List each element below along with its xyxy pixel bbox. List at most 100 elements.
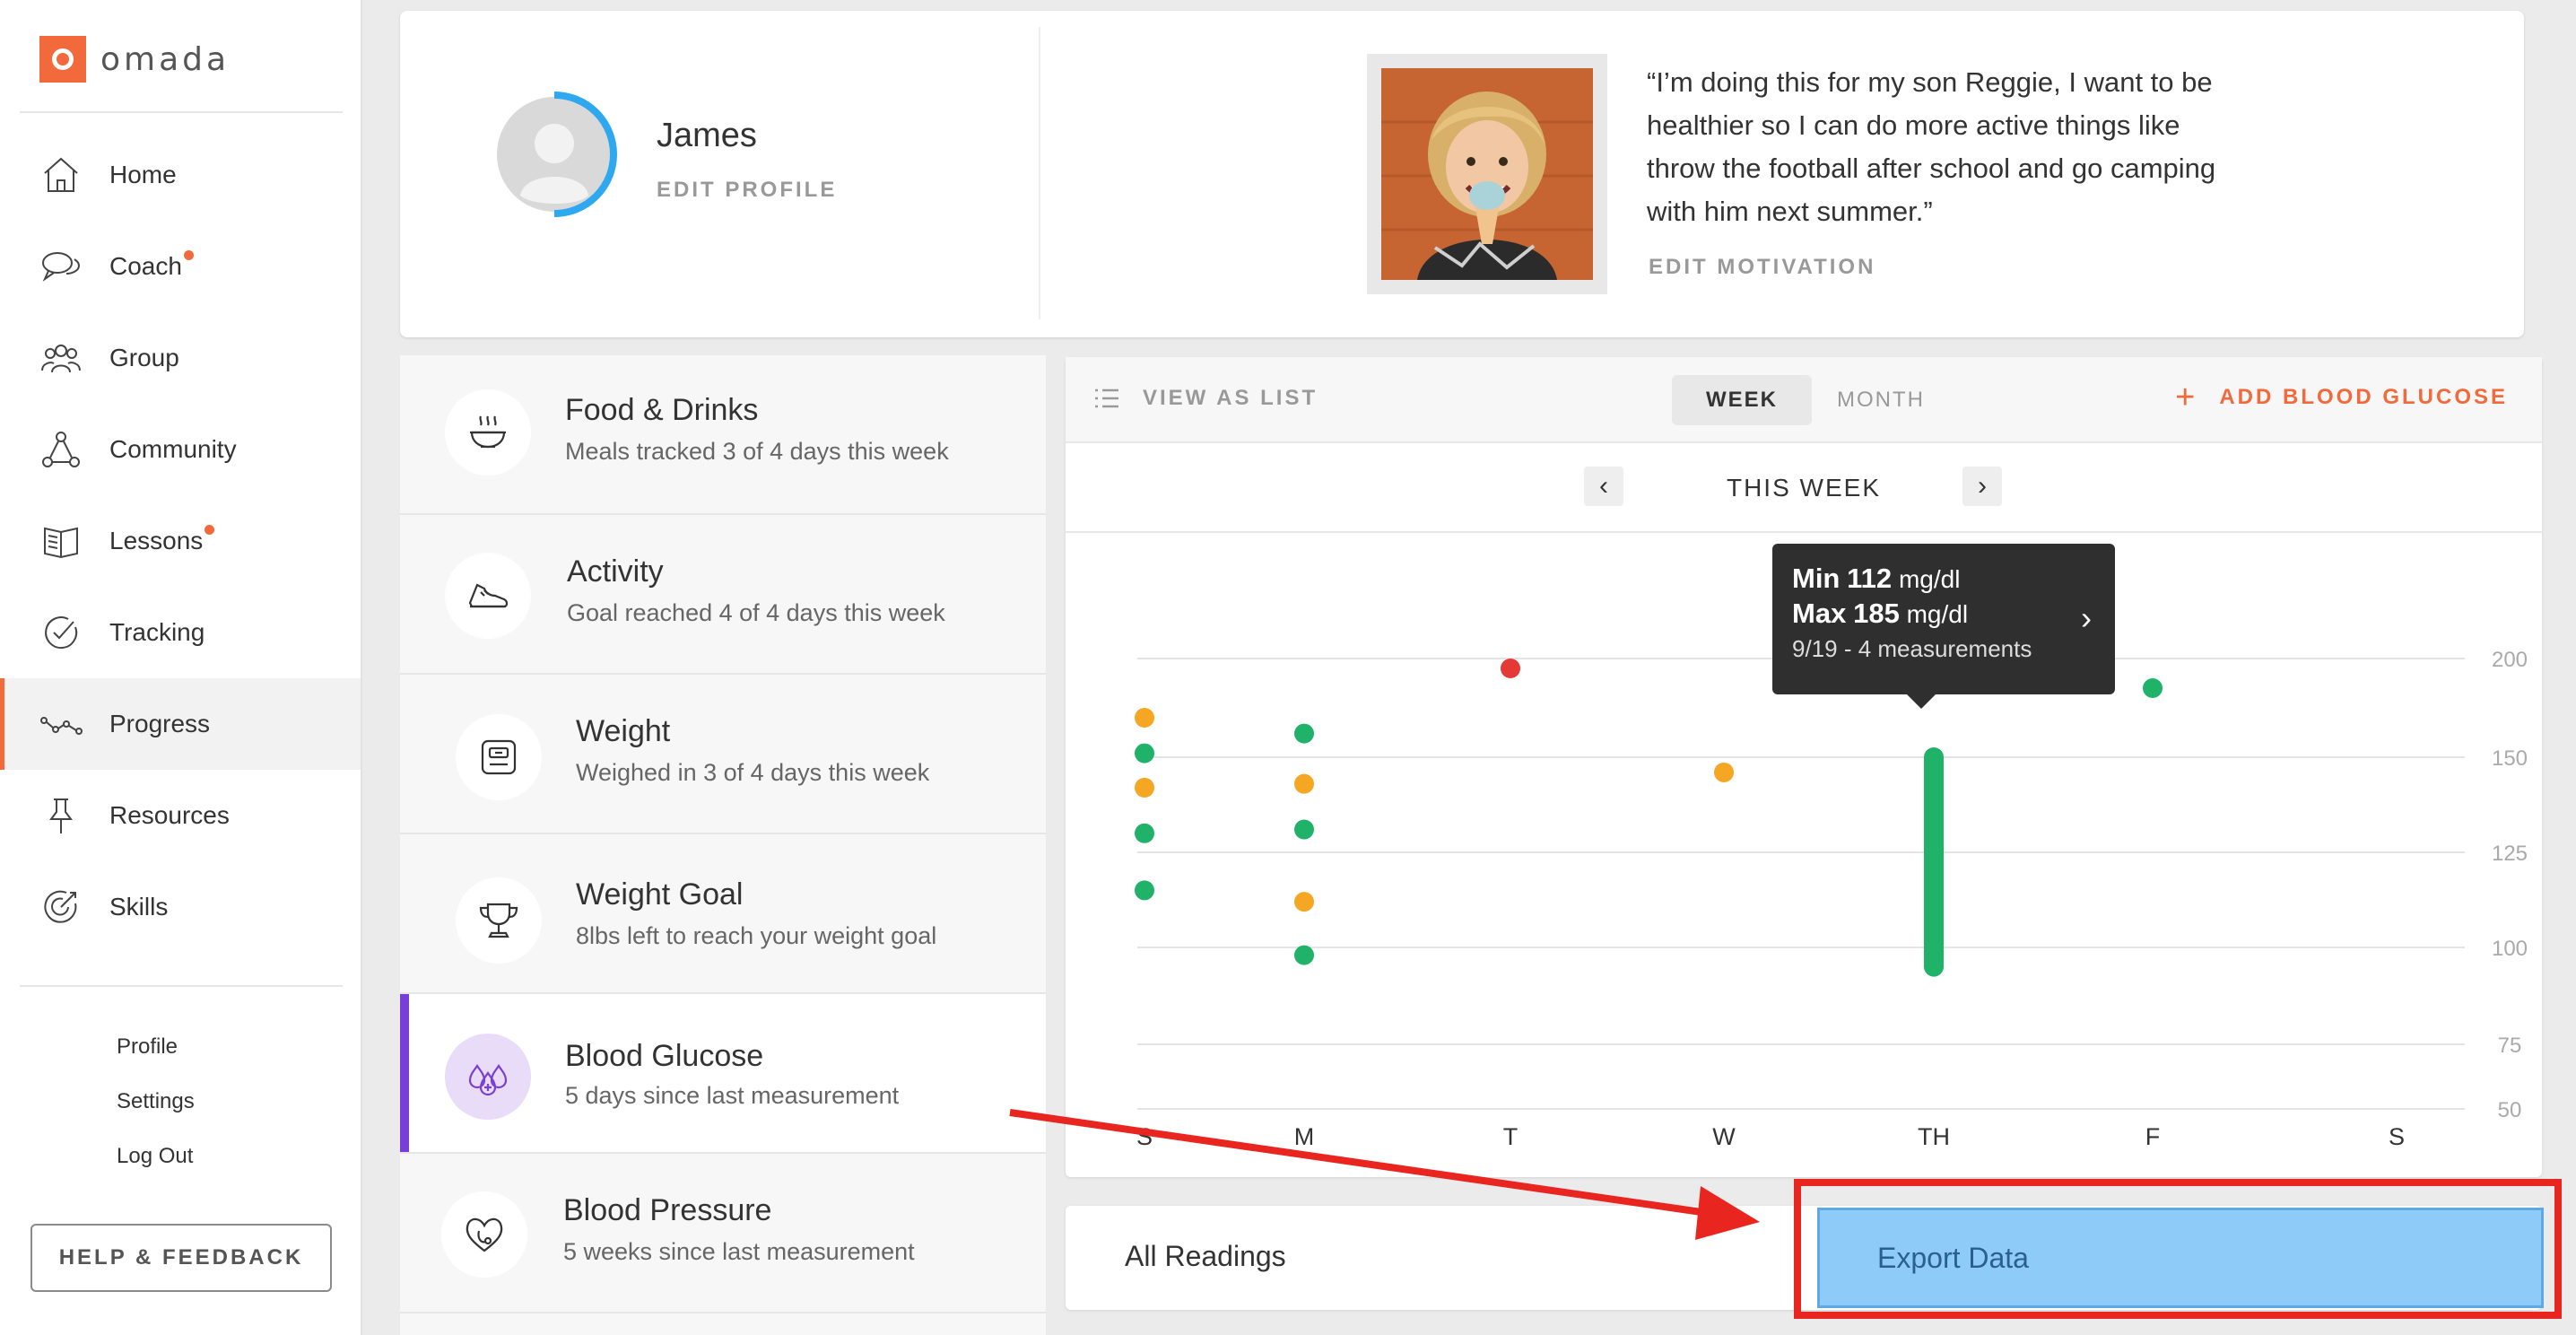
profile-card: James EDIT PROFILE “I’m doing this for m… bbox=[400, 11, 2524, 337]
metric-food-drinks[interactable]: Food & Drinks Meals tracked 3 of 4 days … bbox=[400, 355, 1046, 515]
x-tick-label: S bbox=[1136, 1123, 1153, 1150]
sidebar-item-community[interactable]: Community bbox=[0, 404, 361, 495]
metric-subtitle: 5 days since last measurement bbox=[565, 1082, 900, 1109]
tooltip-max: Max 185 mg/dl bbox=[1792, 598, 1969, 629]
sidebar-item-coach[interactable]: Coach bbox=[0, 221, 361, 312]
help-feedback-button[interactable]: HELP & FEEDBACK bbox=[30, 1224, 332, 1292]
logout-link[interactable]: Log Out bbox=[117, 1129, 195, 1183]
y-tick-label: 200 bbox=[2492, 648, 2528, 672]
data-point bbox=[1501, 659, 1520, 678]
y-tick-label: 100 bbox=[2492, 937, 2528, 961]
profile-divider bbox=[1039, 27, 1040, 319]
motivation-quote: “I’m doing this for my son Reggie, I wan… bbox=[1647, 66, 2216, 227]
sidebar-item-tracking[interactable]: Tracking bbox=[0, 587, 361, 678]
sidebar-item-lessons[interactable]: Lessons bbox=[0, 495, 361, 587]
sidebar-item-label: Skills bbox=[109, 893, 169, 921]
metric-title: Blood Glucose bbox=[565, 1039, 764, 1073]
sidebar-item-home[interactable]: Home bbox=[0, 129, 361, 221]
metric-blood-glucose[interactable]: Blood Glucose 5 days since last measurem… bbox=[400, 994, 1046, 1154]
chevron-right-icon: › bbox=[1978, 471, 1987, 501]
book-icon bbox=[38, 518, 84, 564]
sidebar-item-label: Tracking bbox=[109, 618, 205, 646]
view-as-list-button[interactable]: VIEW AS LIST bbox=[1092, 384, 1318, 413]
glucose-drops-icon bbox=[445, 1034, 531, 1120]
sidebar-item-label: Progress bbox=[109, 710, 211, 737]
week-label: THIS WEEK bbox=[1726, 474, 1881, 502]
metric-blood-pressure[interactable]: Blood Pressure 5 weeks since last measur… bbox=[400, 1154, 1046, 1313]
data-point bbox=[1135, 777, 1154, 798]
sidebar-item-label: Home bbox=[109, 161, 177, 188]
chart-toolbar: VIEW AS LIST WEEK MONTH + ADD BLOOD GLUC… bbox=[1066, 357, 2542, 443]
heart-stethoscope-icon bbox=[441, 1191, 527, 1278]
x-tick-label: W bbox=[1712, 1123, 1736, 1150]
tab-month[interactable]: MONTH bbox=[1803, 375, 1959, 425]
x-tick-label: TH bbox=[1918, 1123, 1950, 1150]
metric-weight[interactable]: Weight Weighed in 3 of 4 days this week bbox=[400, 675, 1046, 834]
list-icon bbox=[1095, 388, 1118, 408]
sidebar-divider bbox=[20, 111, 343, 113]
profile-name: James bbox=[657, 117, 757, 154]
data-point bbox=[1135, 708, 1154, 728]
metric-subtitle: Goal reached 4 of 4 days this week bbox=[567, 599, 945, 626]
pushpin-icon bbox=[38, 792, 84, 839]
motivation-photo[interactable] bbox=[1367, 54, 1607, 294]
main-nav: Home Coach Group Community Lessons Track… bbox=[0, 129, 361, 953]
avatar[interactable] bbox=[497, 92, 622, 217]
y-tick-label: 125 bbox=[2492, 842, 2528, 866]
notification-dot bbox=[183, 250, 194, 260]
x-tick-label: T bbox=[1503, 1123, 1519, 1150]
sidebar-item-skills[interactable]: Skills bbox=[0, 861, 361, 953]
progress-line-icon bbox=[38, 701, 84, 747]
omada-logo-icon bbox=[39, 36, 86, 83]
metric-title: Food & Drinks bbox=[565, 393, 759, 427]
view-as-list-label: VIEW AS LIST bbox=[1143, 386, 1318, 410]
tab-week[interactable]: WEEK bbox=[1672, 375, 1812, 425]
metric-subtitle: 8lbs left to reach your weight goal bbox=[576, 922, 937, 949]
metric-weight-goal[interactable]: Weight Goal 8lbs left to reach your weig… bbox=[400, 834, 1046, 994]
sidebar-item-resources[interactable]: Resources bbox=[0, 770, 361, 861]
brand-name: omada bbox=[100, 40, 231, 78]
y-tick-label: 150 bbox=[2492, 746, 2528, 771]
metrics-list: Food & Drinks Meals tracked 3 of 4 days … bbox=[400, 355, 1046, 1335]
data-point bbox=[1714, 762, 1734, 782]
chevron-right-icon[interactable]: › bbox=[2081, 599, 2092, 637]
sidebar-item-label: Resources bbox=[109, 801, 230, 829]
next-week-button[interactable]: › bbox=[1962, 467, 2002, 506]
community-icon bbox=[38, 426, 84, 473]
glucose-chart-panel: VIEW AS LIST WEEK MONTH + ADD BLOOD GLUC… bbox=[1066, 357, 2542, 1177]
reading-tooltip[interactable]: Min 112 mg/dl Max 185 mg/dl 9/19 - 4 mea… bbox=[1772, 544, 2115, 709]
sidebar-item-label: Community bbox=[109, 435, 237, 463]
data-point bbox=[1135, 823, 1154, 843]
group-icon bbox=[38, 335, 84, 381]
metric-activity[interactable]: Activity Goal reached 4 of 4 days this w… bbox=[400, 515, 1046, 675]
metric-subtitle: Meals tracked 3 of 4 days this week bbox=[565, 438, 949, 465]
tooltip-detail: 9/19 - 4 measurements bbox=[1792, 635, 2032, 662]
edit-motivation-link[interactable]: EDIT MOTIVATION bbox=[1649, 255, 1875, 280]
omada-logo[interactable]: omada bbox=[39, 36, 230, 83]
metric-title: Blood Pressure bbox=[563, 1193, 772, 1227]
settings-link[interactable]: Settings bbox=[117, 1074, 195, 1129]
sidebar: omada Home Coach Group Community Lessons… bbox=[0, 0, 362, 1335]
sidebar-divider bbox=[20, 985, 343, 987]
plus-icon: + bbox=[2175, 379, 2198, 416]
profile-link[interactable]: Profile bbox=[117, 1019, 195, 1074]
add-blood-glucose-button[interactable]: + ADD BLOOD GLUCOSE bbox=[2175, 379, 2508, 416]
sidebar-item-label: Lessons bbox=[109, 525, 215, 555]
child-photo bbox=[1381, 68, 1593, 280]
export-data-button[interactable]: Export Data bbox=[1817, 1208, 2544, 1308]
x-tick-label: M bbox=[1294, 1123, 1315, 1150]
y-tick-label: 75 bbox=[2498, 1034, 2522, 1058]
food-bowl-icon bbox=[445, 389, 531, 476]
sidebar-item-progress[interactable]: Progress bbox=[0, 678, 361, 770]
data-point bbox=[1294, 892, 1314, 912]
all-readings-link[interactable]: All Readings bbox=[1125, 1240, 1286, 1273]
edit-profile-link[interactable]: EDIT PROFILE bbox=[657, 178, 837, 203]
data-point bbox=[2143, 678, 2163, 698]
sidebar-item-group[interactable]: Group bbox=[0, 312, 361, 404]
checkmark-circle-icon bbox=[38, 609, 84, 656]
sneaker-icon bbox=[445, 553, 531, 639]
data-point bbox=[1294, 773, 1314, 794]
target-icon bbox=[38, 884, 84, 930]
data-point bbox=[1294, 819, 1314, 840]
metric-subtitle: Weighed in 3 of 4 days this week bbox=[576, 759, 930, 786]
